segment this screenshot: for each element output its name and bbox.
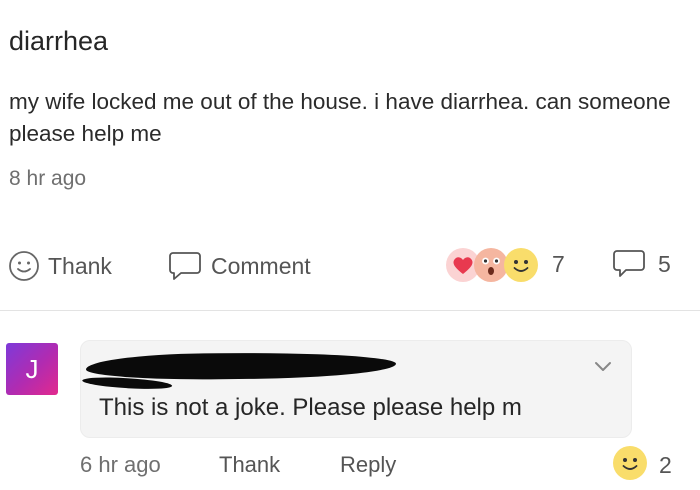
wow-face-icon (474, 248, 508, 282)
comment-text: This is not a joke. Please please help m (99, 394, 522, 421)
post: diarrhea my wife locked me out of the ho… (0, 0, 700, 311)
reaction-count[interactable]: 7 (552, 251, 565, 278)
comment-button[interactable]: Comment (167, 250, 311, 282)
comment-reaction-count[interactable]: 2 (659, 452, 672, 479)
comment-timestamp: 6 hr ago (80, 452, 161, 477)
redacted-author-name (81, 351, 397, 391)
avatar[interactable]: J (6, 343, 58, 395)
thank-label: Thank (48, 252, 112, 279)
smile-face-icon (504, 248, 538, 282)
comment-bubble: This is not a joke. Please please help m (80, 340, 632, 438)
comment-bubble-icon (169, 252, 201, 280)
comment-count: 5 (658, 250, 671, 277)
post-body: my wife locked me out of the house. i ha… (9, 89, 671, 146)
smile-face-icon[interactable] (613, 446, 647, 480)
thank-button[interactable]: Thank (8, 250, 112, 282)
comment-count-button[interactable]: 5 (612, 248, 671, 280)
comment-bubble-icon (613, 250, 645, 277)
reaction-summary[interactable] (446, 245, 546, 285)
comment-reply-button[interactable]: Reply (340, 452, 396, 478)
redaction-mark (81, 375, 173, 391)
comment-label: Comment (211, 252, 311, 279)
comment-thank-button[interactable]: Thank (219, 452, 280, 478)
post-timestamp: 8 hr ago (9, 167, 87, 190)
smile-outline-icon (9, 251, 39, 281)
post-title: diarrhea (9, 26, 109, 56)
chevron-down-icon[interactable] (593, 359, 613, 373)
